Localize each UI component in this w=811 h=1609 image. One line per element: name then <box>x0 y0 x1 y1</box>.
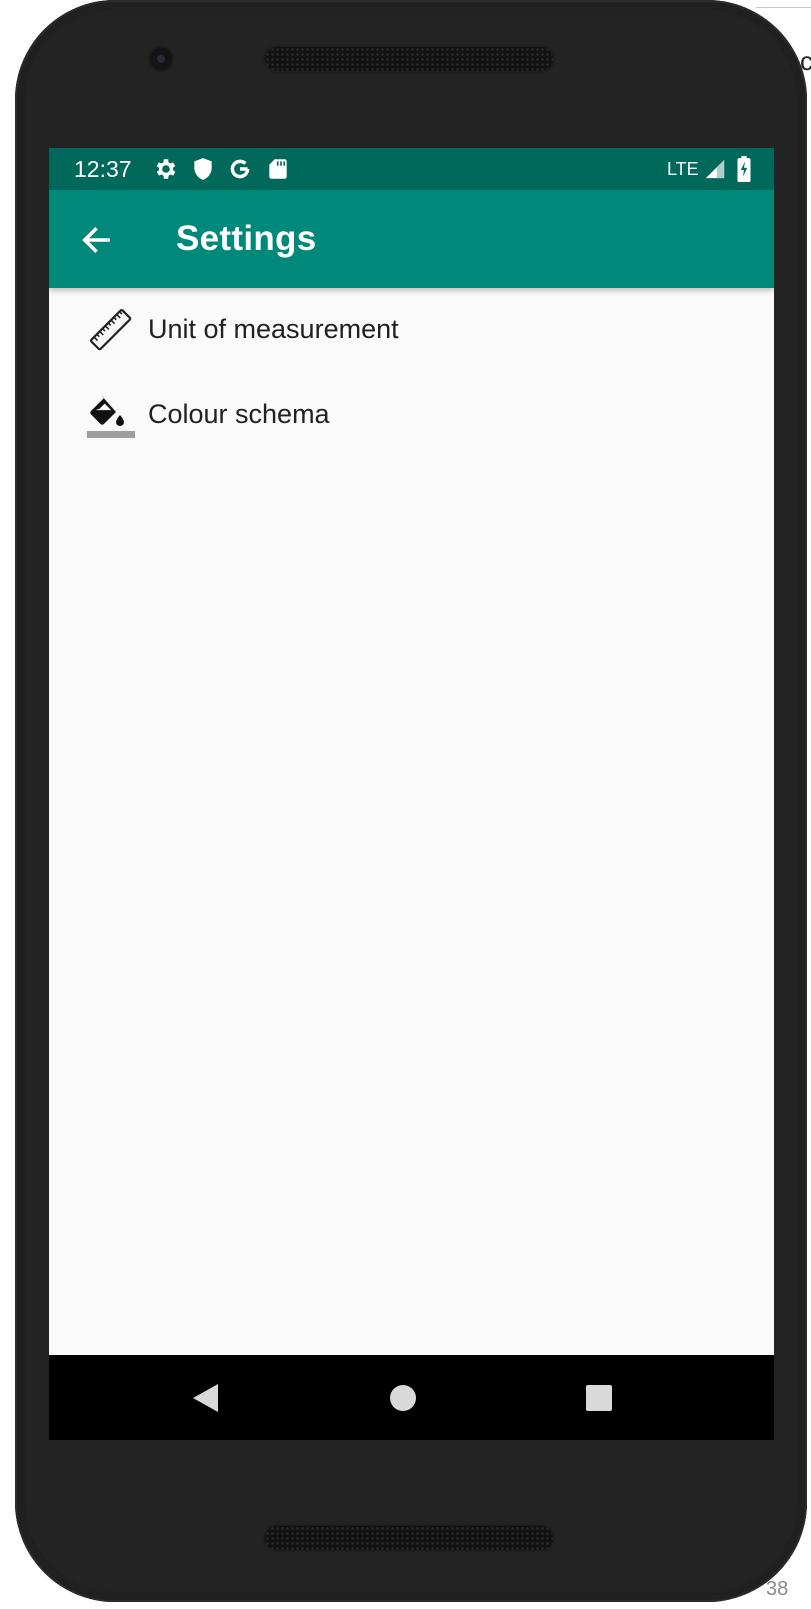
settings-item-label: Colour schema <box>148 399 330 429</box>
status-time: 12:37 <box>74 156 132 182</box>
phone-screen: 12:37 LTE Settings Unit of measurement C… <box>49 148 774 1440</box>
settings-icon <box>156 159 176 179</box>
google-icon <box>230 159 250 179</box>
recents-square-icon <box>586 1385 612 1411</box>
paint-bucket-icon <box>87 395 135 438</box>
page: c 38 12:37 LTE Settings Unit of measurem… <box>0 0 811 1609</box>
sd-card-icon <box>269 159 287 179</box>
network-type-label: LTE <box>667 159 699 179</box>
document-divider <box>756 7 811 8</box>
front-camera <box>150 48 172 70</box>
bottom-speaker <box>265 1526 553 1550</box>
back-triangle-icon <box>193 1384 218 1412</box>
settings-item-label: Unit of measurement <box>148 314 399 344</box>
status-bar: 12:37 LTE <box>49 148 774 190</box>
ruler-icon <box>90 309 132 351</box>
nav-recents-button[interactable] <box>578 1377 620 1419</box>
page-title: Settings <box>176 219 317 258</box>
app-bar: Settings <box>49 190 774 288</box>
home-circle-icon <box>390 1385 416 1411</box>
back-button[interactable] <box>71 215 121 265</box>
settings-item-colour-schema[interactable]: Colour schema <box>49 373 774 458</box>
settings-list: Unit of measurement Colour schema <box>49 288 774 458</box>
battery-charging-icon <box>737 156 751 182</box>
system-navigation-bar <box>49 1355 774 1440</box>
document-page-number: 38 <box>766 1578 789 1600</box>
settings-item-unit-of-measurement[interactable]: Unit of measurement <box>49 288 774 373</box>
nav-back-button[interactable] <box>184 1377 226 1419</box>
signal-icon <box>705 159 725 179</box>
shield-icon <box>194 158 212 180</box>
arrow-back-icon <box>82 226 110 254</box>
earpiece-speaker <box>265 47 553 71</box>
nav-home-button[interactable] <box>382 1377 424 1419</box>
